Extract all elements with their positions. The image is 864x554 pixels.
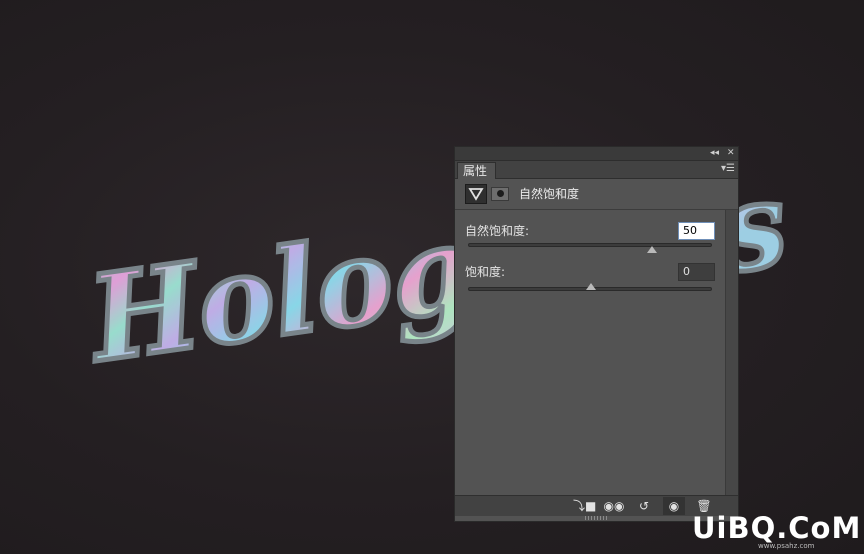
vibrance-input[interactable]: 50 — [678, 222, 715, 240]
panel-resize-grip[interactable] — [585, 516, 607, 520]
watermark-text: UiBQ.CoM — [692, 511, 862, 545]
watermark-url: www.psahz.com — [758, 542, 815, 550]
properties-panel: ◂◂ ✕ 属性 ▾☰ 自然饱和度 自然饱和度: 50 饱和度: 0 ⤵■ ◉◉ … — [454, 146, 739, 522]
view-previous-state-icon[interactable]: ◉◉ — [603, 497, 625, 515]
clip-to-layer-icon[interactable]: ⤵■ — [573, 497, 596, 515]
panel-menu-icon[interactable]: ▾☰ — [721, 163, 735, 175]
reset-icon[interactable]: ↺ — [633, 497, 655, 515]
saturation-slider-thumb[interactable] — [586, 283, 596, 290]
layer-mask-icon[interactable] — [491, 187, 509, 201]
vibrance-slider-thumb[interactable] — [647, 246, 657, 253]
saturation-slider-track[interactable] — [468, 283, 712, 291]
saturation-input[interactable]: 0 — [678, 263, 715, 281]
vibrance-triangle-icon[interactable] — [465, 184, 487, 204]
adjustment-header: 自然饱和度 — [455, 179, 738, 210]
panel-scrollbar[interactable] — [725, 210, 738, 495]
tab-properties[interactable]: 属性 — [457, 162, 497, 179]
panel-title-bar[interactable]: ◂◂ ✕ — [455, 147, 738, 161]
double-chevron-left-icon[interactable]: ◂◂ — [710, 147, 719, 160]
adjustment-controls: 自然饱和度: 50 饱和度: 0 — [455, 210, 725, 495]
panel-tab-bar: 属性 ▾☰ — [455, 161, 738, 179]
visibility-eye-icon[interactable]: ◉ — [663, 497, 685, 515]
vibrance-label: 自然饱和度: — [465, 224, 530, 238]
site-watermark: UiBQ.CoM — [692, 512, 861, 544]
vibrance-slider-track[interactable] — [468, 243, 712, 253]
close-icon[interactable]: ✕ — [727, 147, 735, 160]
saturation-label: 饱和度: — [465, 265, 506, 279]
adjustment-title: 自然饱和度 — [519, 187, 580, 201]
